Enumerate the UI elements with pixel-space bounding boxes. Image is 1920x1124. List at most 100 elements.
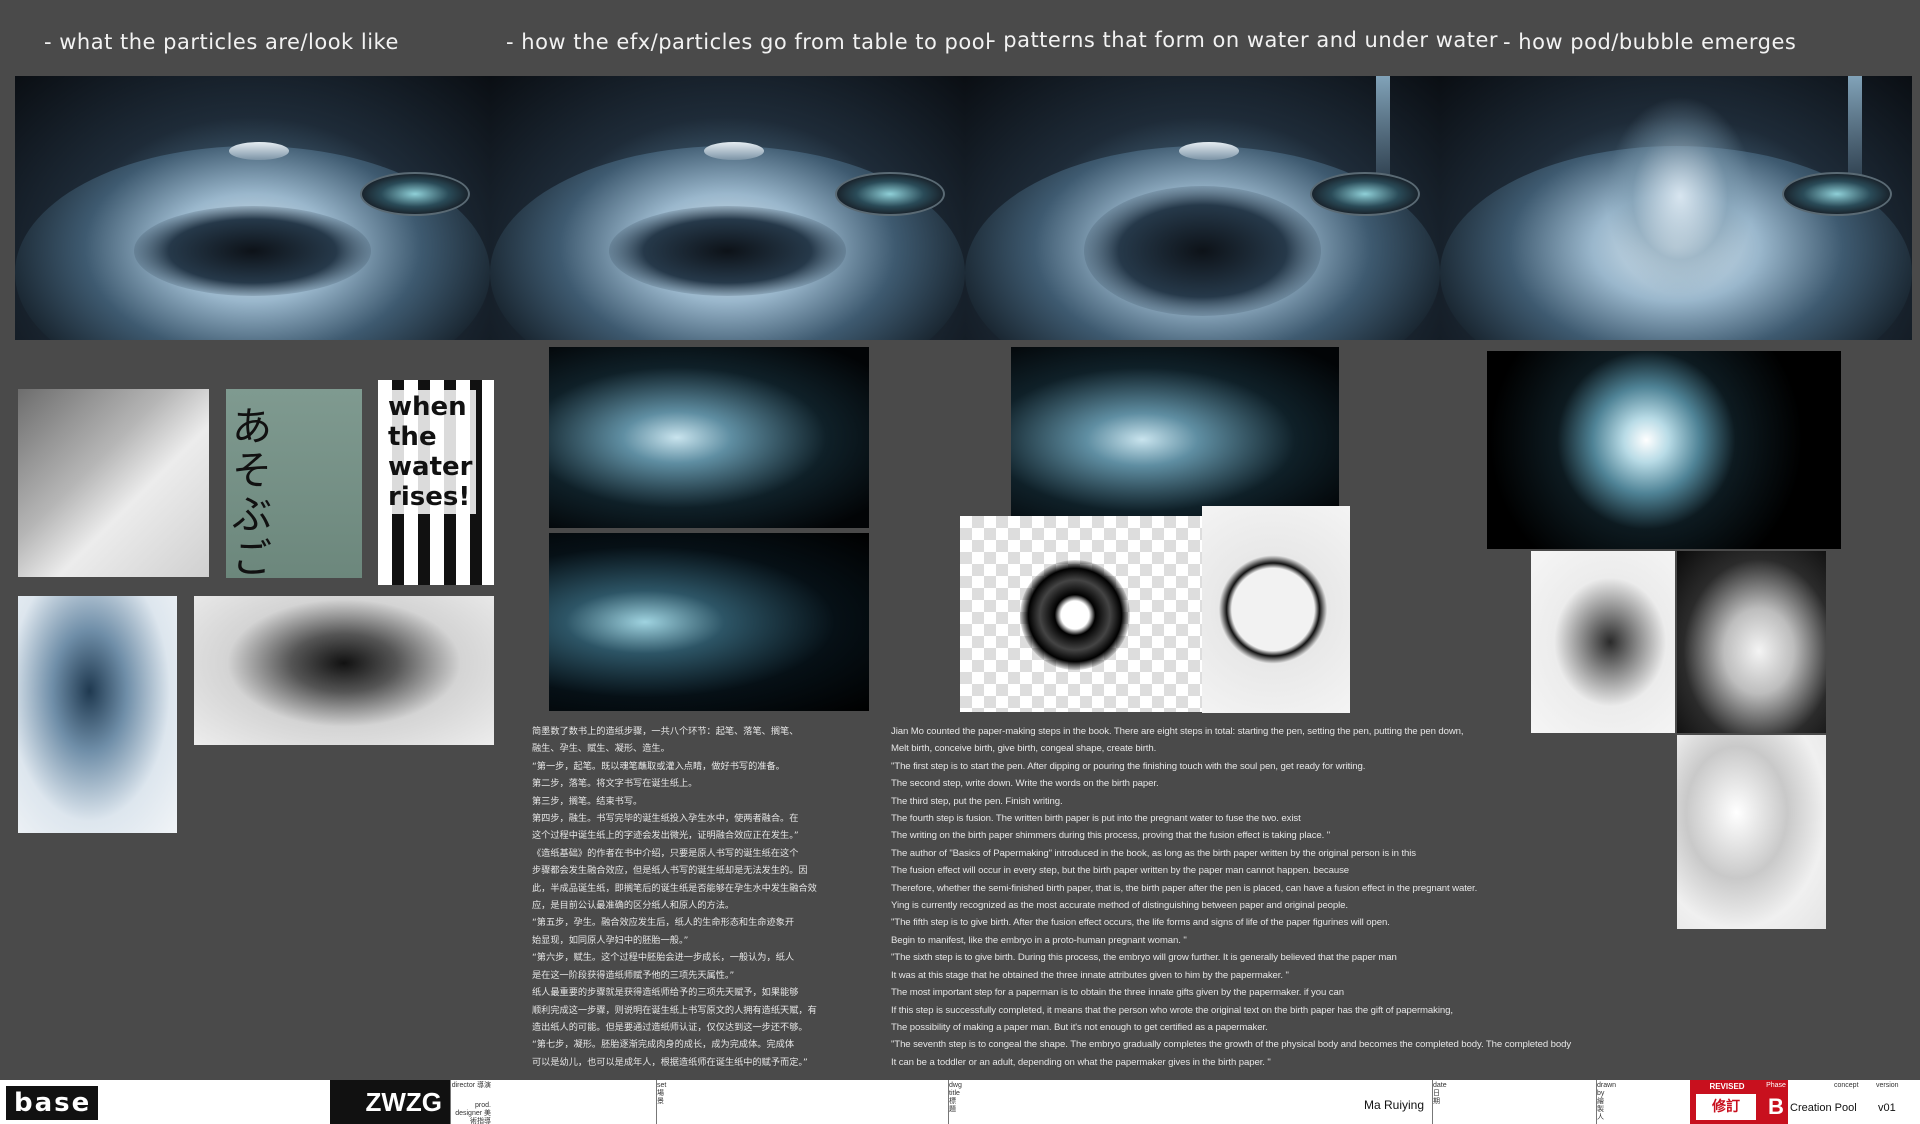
concept-value: Creation Pool: [1790, 1102, 1857, 1114]
text-line: The possibility of making a paper man. B…: [891, 1021, 1268, 1033]
pod-bubble: [1605, 96, 1756, 296]
poster-line: rises!: [388, 482, 471, 512]
title-block-footer: base ZWZG director 導演 prod. designer 美術指…: [0, 1080, 1920, 1124]
text-line: The author of "Basics of Papermaking" in…: [891, 847, 1416, 859]
calligraphy-hand-photo: [18, 389, 209, 577]
heading-table-to-pool: - how the efx/particles go from table to…: [506, 30, 992, 54]
text-line: 《造纸基础》的作者在书中介绍，只要是原人书写的诞生纸在这个: [532, 847, 799, 859]
white-drape-photo: [1677, 735, 1826, 929]
text-line: 始显现，如同原人孕妇中的胚胎一般。”: [532, 934, 689, 946]
set-label: set 場景: [657, 1082, 667, 1105]
dwg-title-label: dwg title 標題: [949, 1082, 962, 1113]
director-label: director 導演: [451, 1082, 491, 1089]
text-line: The most important step for a paperman i…: [891, 987, 1344, 999]
text-line: 第四步，融生。书写完毕的诞生纸投入孕生水中，使两者融合。在: [532, 813, 799, 825]
studio-logo: base: [6, 1086, 98, 1120]
text-line: It can be a toddler or an adult, dependi…: [891, 1056, 1271, 1068]
text-line: 是在这一阶段获得造纸师赋予他的三项先天属性。”: [532, 969, 735, 981]
date-cell: date 日期: [1432, 1080, 1596, 1124]
version-value: v01: [1878, 1102, 1896, 1114]
heading-particles: - what the particles are/look like: [44, 30, 399, 54]
text-line: The fourth step is fusion. The written b…: [891, 813, 1301, 825]
heading-patterns: - patterns that form on water and under …: [988, 28, 1499, 52]
phase-label: Phase: [1766, 1082, 1786, 1089]
poster-line: water: [388, 452, 473, 482]
ink-blot: [1020, 560, 1130, 670]
figure-in-fabric-photo: [1531, 551, 1675, 733]
render-frame-pod-bubble: [1440, 76, 1912, 340]
date-label: date 日期: [1433, 1082, 1447, 1105]
heading-pod-bubble: - how pod/bubble emerges: [1503, 30, 1797, 54]
text-line: 造出纸人的可能。但是要通过造纸师认证，仅仅达到这一步还不够。: [532, 1021, 808, 1033]
english-story-text: Jian Mo counted the paper-making steps i…: [891, 723, 1571, 1071]
concept-label: concept: [1834, 1082, 1859, 1089]
text-line: 融生、孕生、赋生、凝形、造生。: [532, 743, 670, 755]
black-ink-smoke-photo: [194, 596, 494, 745]
render-frame-table-to-pool: [490, 76, 965, 340]
text-line: Jian Mo counted the paper-making steps i…: [891, 726, 1464, 737]
text-line: “第五步，孕生。融合效应发生后，纸人的生命形态和生命迹象开: [532, 917, 795, 929]
text-line: The writing on the birth paper shimmers …: [891, 830, 1331, 842]
ink-swirl: [608, 206, 847, 296]
text-line: "The sixth step is to give birth. During…: [891, 952, 1397, 964]
poster-line: when: [388, 392, 467, 422]
text-line: Therefore, whether the semi-finished bir…: [891, 882, 1478, 894]
text-line: "The fifth step is to give birth. After …: [891, 917, 1390, 929]
poster-line: the: [388, 422, 437, 452]
text-line: “第一步，起笔。既以魂笔蘸取或灌入点睛，做好书写的准备。: [532, 760, 785, 772]
client-name: ZWZG: [330, 1080, 450, 1124]
text-line: The second step, write down. Write the w…: [891, 778, 1159, 790]
text-line: It was at this stage that he obtained th…: [891, 969, 1289, 981]
ink-vortex-still: [1011, 347, 1339, 532]
revised-value: 修訂: [1696, 1094, 1756, 1120]
text-line: The fusion effect will occur in every st…: [891, 865, 1350, 877]
ink-blot-transparent: [960, 516, 1202, 712]
drawn-by-cell: drawn by 繪製人: [1596, 1080, 1690, 1124]
poster-calligraphy: あそぶ ごわんなさい: [232, 404, 272, 578]
text-line: "The first step is to start the pen. Aft…: [891, 760, 1366, 772]
text-line: Ying is currently recognized as the most…: [891, 900, 1348, 912]
chinese-story-text: 简墨数了数书上的造纸步骤，一共八个环节：起笔、落笔、搁笔、 融生、孕生、赋生、凝…: [532, 723, 817, 1071]
text-line: Melt birth, conceive birth, give birth, …: [891, 743, 1157, 755]
text-line: 第三步，搁笔。结束书写。: [532, 795, 643, 807]
drawn-by-value: Ma Ruiying: [1364, 1098, 1425, 1112]
side-basin: [835, 172, 945, 216]
ink-swirl-still-1: [549, 347, 869, 528]
text-line: 第二步，落笔。将文字书写在诞生纸上。: [532, 778, 698, 790]
text-line: 应，是目前公认最准确的区分纸人和原人的方法。: [532, 900, 735, 912]
prod-designer-label: prod. designer 美術指導: [455, 1102, 491, 1124]
revised-label: REVISED: [1709, 1082, 1745, 1091]
text-line: 此，半成品诞生纸，即搁笔后的诞生纸是否能够在孕生水中发生融合效: [532, 882, 817, 894]
version-label: version: [1876, 1082, 1899, 1089]
text-line: Begin to manifest, like the embryo in a …: [891, 934, 1187, 946]
text-line: 纸人最重要的步骤就是获得造纸师给予的三项先天赋予，如果能够: [532, 987, 799, 999]
text-line: 可以是幼儿，也可以是成年人，根据造纸师在诞生纸中的赋予而定。”: [532, 1056, 808, 1068]
phase-value: B: [1768, 1094, 1784, 1119]
ink-ring-photo: [1202, 506, 1350, 713]
text-line: 简墨数了数书上的造纸步骤，一共八个环节：起笔、落笔、搁笔、: [532, 726, 799, 737]
ink-swirl-still-2: [549, 533, 869, 711]
when-the-water-rises-poster: when the water rises!: [378, 380, 494, 585]
white-swirl-sculpture-photo: [1677, 551, 1826, 733]
phase-stamp: Phase B: [1764, 1080, 1788, 1124]
side-basin: [1782, 172, 1892, 216]
set-cell: set 場景: [656, 1080, 948, 1124]
render-frame-patterns: [965, 76, 1440, 340]
text-line: “第六步，赋生。这个过程中胚胎会进一步成长，一般认为，纸人: [532, 952, 795, 964]
text-line: 顺利完成这一步骤，则说明在诞生纸上书写原文的人拥有造纸天赋，有: [532, 1004, 817, 1016]
revised-stamp: REVISED 修訂: [1690, 1080, 1764, 1124]
ink-swirl: [133, 206, 372, 296]
dwg-title-cell: dwg title 標題: [948, 1080, 1432, 1124]
green-calligraphy-poster: あそぶ ごわんなさい: [226, 389, 362, 578]
blue-ink-smoke-photo: [18, 596, 177, 833]
text-line: 这个过程中诞生纸上的字迹会发出微光，证明融合效应正在发生。”: [532, 830, 799, 842]
side-basin: [1310, 172, 1420, 216]
text-line: “第七步，凝形。胚胎逐渐完成肉身的成长，成为完成体。完成体: [532, 1039, 795, 1051]
side-basin: [360, 172, 470, 216]
eye-sculpture: [228, 142, 289, 160]
ink-swirl: [1083, 186, 1322, 316]
text-line: The third step, put the pen. Finish writ…: [891, 795, 1063, 807]
glowing-burst-still: [1487, 351, 1841, 549]
drawn-by-label: drawn by 繪製人: [1597, 1082, 1617, 1121]
text-line: 步骤都会发生融合效应，但是纸人书写的诞生纸却是无法发生的。因: [532, 865, 808, 877]
